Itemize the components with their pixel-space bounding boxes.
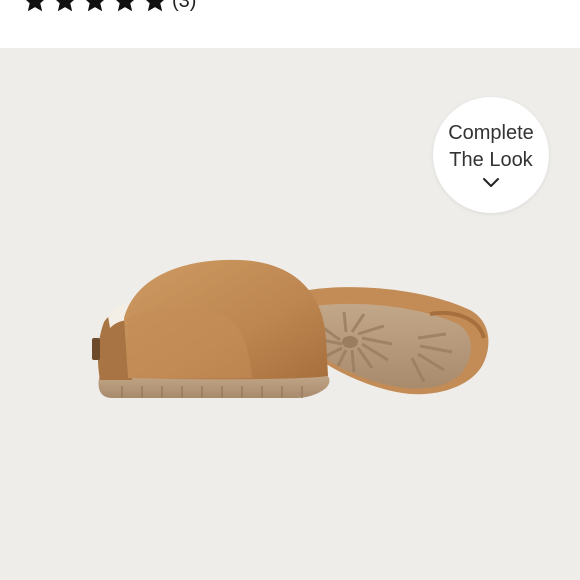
chevron-down-icon xyxy=(483,178,499,187)
product-page: (3) Complete The Look xyxy=(0,0,580,580)
complete-the-look-button[interactable]: Complete The Look xyxy=(433,97,549,213)
complete-the-look-line2: The Look xyxy=(449,149,533,171)
complete-the-look-line1: Complete xyxy=(448,122,534,144)
star-icon xyxy=(116,0,134,12)
front-slipper xyxy=(92,259,330,398)
product-rating[interactable]: (3) xyxy=(0,0,196,16)
star-rating xyxy=(22,0,168,14)
review-count-link[interactable]: (3) xyxy=(172,0,196,13)
star-icon xyxy=(26,0,44,12)
product-image[interactable]: Complete The Look xyxy=(0,48,580,580)
star-icon xyxy=(56,0,74,12)
star-icon xyxy=(86,0,104,12)
star-icon xyxy=(146,0,164,12)
